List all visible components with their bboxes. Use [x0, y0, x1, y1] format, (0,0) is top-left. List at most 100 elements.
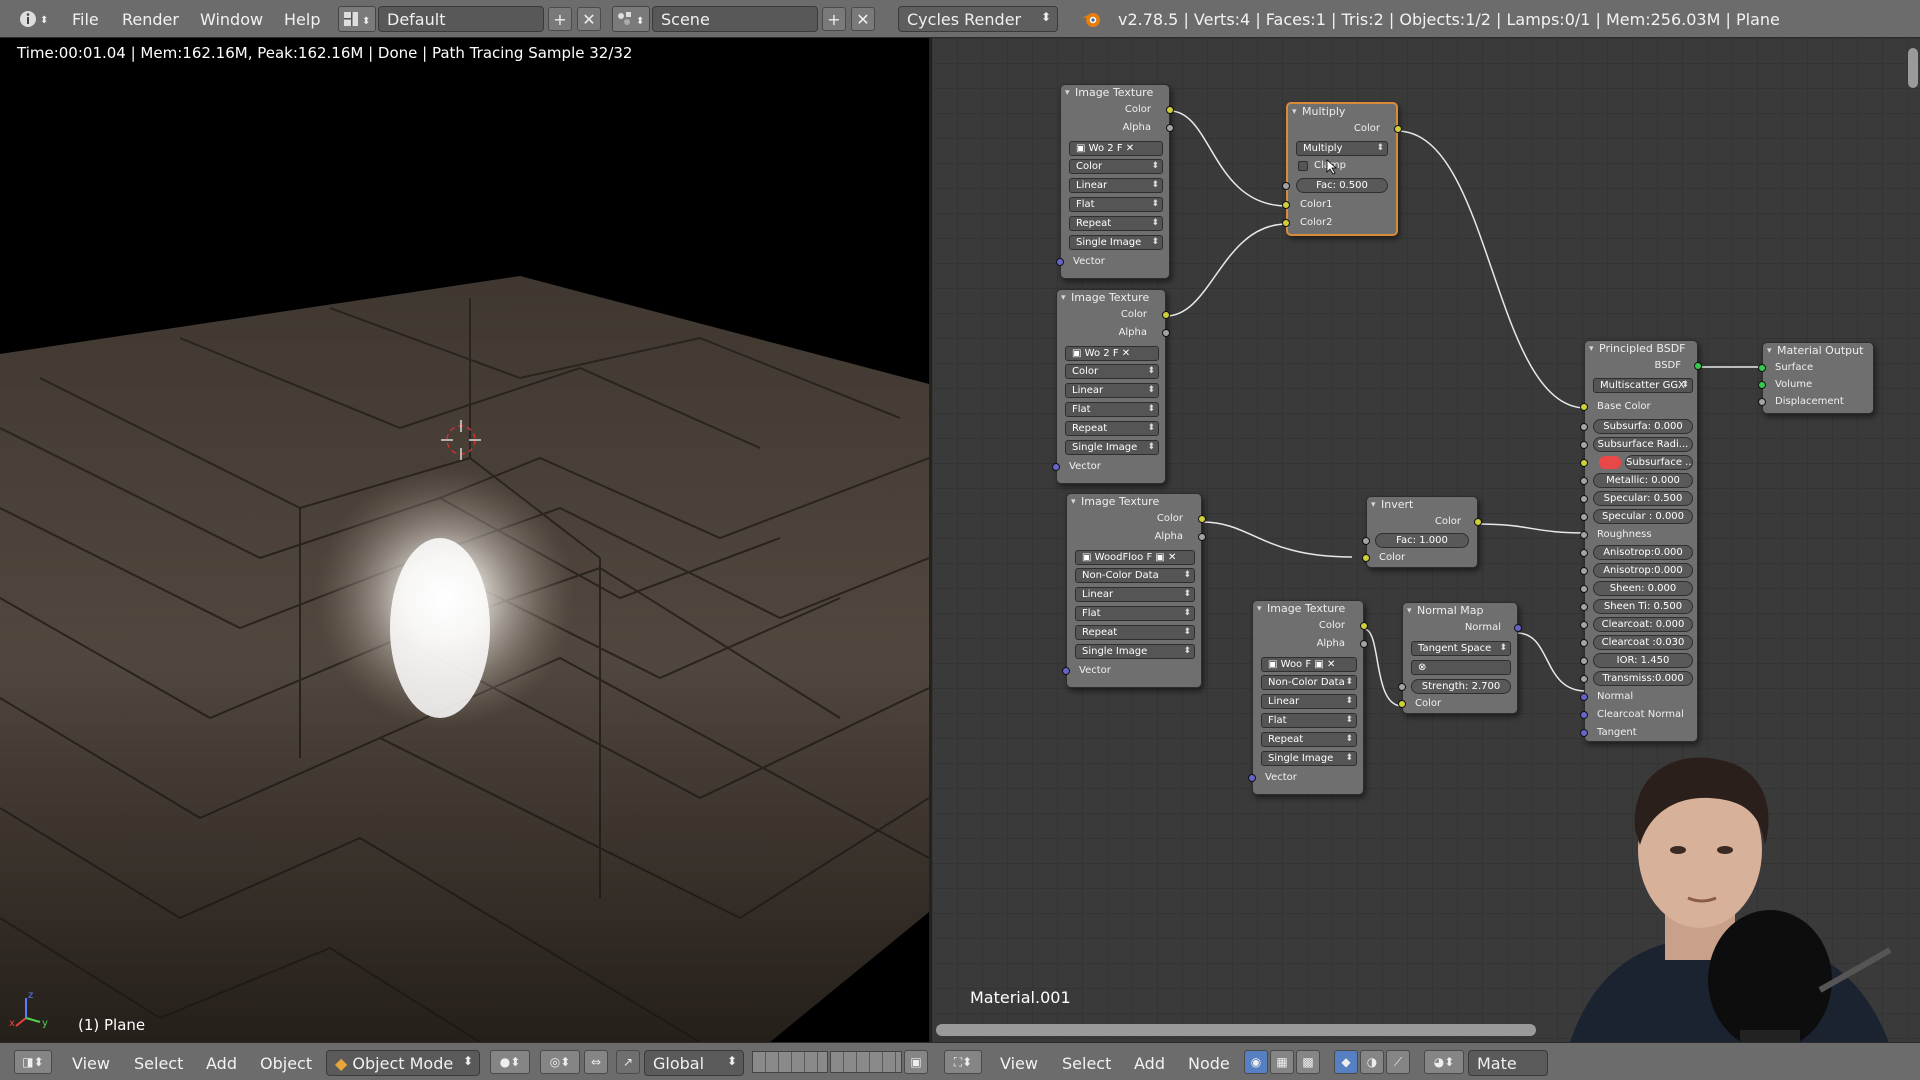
- world-shader-icon[interactable]: ◑: [1360, 1050, 1384, 1074]
- output-color-socket[interactable]: [1474, 518, 1482, 526]
- multiply-mix-node[interactable]: Multiply Color Multiply Clamp Fac: 0.500…: [1282, 102, 1402, 236]
- normal-map-node[interactable]: Normal Map Normal Tangent Space ⊗ Streng…: [1398, 602, 1522, 714]
- image-texture-node-4[interactable]: Image Texture Color Alpha ▣ Woo F ▣ ✕ No…: [1248, 600, 1368, 795]
- bsdf-input-socket[interactable]: [1580, 729, 1588, 737]
- principled-bsdf-node[interactable]: Principled BSDF BSDF Multiscatter GGX Ba…: [1580, 340, 1702, 742]
- add-scene-button[interactable]: +: [822, 7, 846, 31]
- blend-type-dropdown[interactable]: Multiply: [1296, 141, 1388, 156]
- input-vector-socket[interactable]: [1248, 774, 1256, 782]
- bsdf-input-socket[interactable]: [1580, 549, 1588, 557]
- bsdf-input-13[interactable]: IOR: 1.450: [1593, 653, 1693, 668]
- vertical-scrollbar[interactable]: [1908, 48, 1918, 88]
- input-displacement-socket[interactable]: [1758, 398, 1766, 406]
- menu-node[interactable]: Node: [1188, 1054, 1230, 1073]
- material-name-field[interactable]: Mate: [1468, 1050, 1548, 1076]
- image-selector[interactable]: ▣ Wo 2 F ✕: [1069, 141, 1163, 156]
- bsdf-input-socket[interactable]: [1580, 531, 1588, 539]
- menu-select[interactable]: Select: [134, 1054, 183, 1073]
- bsdf-input-socket[interactable]: [1580, 585, 1588, 593]
- lock-layers-icon[interactable]: ▣: [904, 1050, 928, 1074]
- extension-dropdown[interactable]: Repeat: [1065, 421, 1159, 436]
- material-browse-icon[interactable]: ◕⬍: [1424, 1050, 1464, 1074]
- menu-object[interactable]: Object: [260, 1054, 312, 1073]
- layer-buttons-2[interactable]: [830, 1051, 902, 1073]
- projection-dropdown[interactable]: Flat: [1261, 713, 1357, 728]
- menu-file[interactable]: File: [72, 10, 99, 29]
- remove-layout-button[interactable]: ✕: [577, 7, 601, 31]
- input-color-socket[interactable]: [1362, 554, 1370, 562]
- bsdf-input-socket[interactable]: [1580, 423, 1588, 431]
- pivot-point-icon[interactable]: ◎⬍: [540, 1050, 580, 1074]
- bsdf-input-socket[interactable]: [1580, 495, 1588, 503]
- shader-nodes-icon[interactable]: ◉: [1244, 1050, 1268, 1074]
- output-color-socket[interactable]: [1394, 125, 1402, 133]
- bsdf-input-7[interactable]: Anisotrop:0.000: [1593, 545, 1693, 560]
- projection-dropdown[interactable]: Flat: [1075, 606, 1195, 621]
- bsdf-input-socket[interactable]: [1580, 621, 1588, 629]
- projection-dropdown[interactable]: Flat: [1069, 197, 1163, 212]
- invert-node[interactable]: Invert Color Fac: 1.000 Color: [1362, 496, 1482, 568]
- source-dropdown[interactable]: Single Image: [1065, 440, 1159, 455]
- bsdf-input-2[interactable]: Subsurface ...: [1625, 455, 1693, 470]
- bsdf-input-socket[interactable]: [1580, 459, 1588, 467]
- bsdf-input-socket[interactable]: [1580, 567, 1588, 575]
- bsdf-input-socket[interactable]: [1580, 657, 1588, 665]
- bsdf-input-4[interactable]: Specular: 0.500: [1593, 491, 1693, 506]
- bsdf-input-10[interactable]: Sheen Ti: 0.500: [1593, 599, 1693, 614]
- bsdf-input-socket[interactable]: [1580, 603, 1588, 611]
- menu-render[interactable]: Render: [122, 10, 179, 29]
- menu-window[interactable]: Window: [200, 10, 263, 29]
- interpolation-dropdown[interactable]: Linear: [1075, 587, 1195, 602]
- menu-select-nodes[interactable]: Select: [1062, 1054, 1111, 1073]
- input-vector-socket[interactable]: [1056, 258, 1064, 266]
- extension-dropdown[interactable]: Repeat: [1261, 732, 1357, 747]
- color-space-dropdown[interactable]: Color: [1069, 159, 1163, 174]
- output-alpha-socket[interactable]: [1162, 329, 1170, 337]
- bsdf-input-socket[interactable]: [1580, 639, 1588, 647]
- input-volume-socket[interactable]: [1758, 381, 1766, 389]
- input-color2-socket[interactable]: [1282, 219, 1290, 227]
- output-normal-socket[interactable]: [1514, 624, 1522, 632]
- space-dropdown[interactable]: Tangent Space: [1411, 641, 1511, 656]
- render-engine-dropdown[interactable]: Cycles Render ⬍: [898, 6, 1058, 32]
- output-color-socket[interactable]: [1198, 515, 1206, 523]
- transform-orientation-dropdown[interactable]: Global ⬍: [644, 1050, 744, 1076]
- output-color-socket[interactable]: [1360, 622, 1368, 630]
- 3d-view-editor-icon[interactable]: ◨⬍: [14, 1050, 52, 1074]
- line-style-icon[interactable]: ⟋: [1386, 1050, 1410, 1074]
- bsdf-input-11[interactable]: Clearcoat: 0.000: [1593, 617, 1693, 632]
- bsdf-input-socket[interactable]: [1580, 441, 1588, 449]
- clamp-checkbox[interactable]: [1298, 161, 1308, 171]
- scene-icon[interactable]: ⬍: [612, 6, 650, 32]
- color-space-dropdown[interactable]: Non-Color Data: [1261, 675, 1357, 690]
- input-fac-socket[interactable]: [1282, 182, 1290, 190]
- source-dropdown[interactable]: Single Image: [1069, 235, 1163, 250]
- transform-gizmo-icon[interactable]: ↗: [616, 1050, 640, 1074]
- strength-slider[interactable]: Strength: 2.700: [1411, 679, 1511, 694]
- projection-dropdown[interactable]: Flat: [1065, 402, 1159, 417]
- bsdf-input-socket[interactable]: [1580, 513, 1588, 521]
- bsdf-input-12[interactable]: Clearcoat :0.030: [1593, 635, 1693, 650]
- fac-slider[interactable]: Fac: 0.500: [1296, 178, 1388, 193]
- menu-add[interactable]: Add: [206, 1054, 237, 1073]
- bsdf-input-3[interactable]: Metallic: 0.000: [1593, 473, 1693, 488]
- image-selector[interactable]: ▣ WoodFloo F ▣ ✕: [1075, 550, 1195, 565]
- source-dropdown[interactable]: Single Image: [1075, 644, 1195, 659]
- output-color-socket[interactable]: [1166, 106, 1174, 114]
- texture-nodes-icon[interactable]: ▩: [1296, 1050, 1320, 1074]
- input-surface-socket[interactable]: [1758, 364, 1766, 372]
- interpolation-dropdown[interactable]: Linear: [1069, 178, 1163, 193]
- scene-field[interactable]: Scene: [652, 6, 818, 32]
- bsdf-input-0[interactable]: Subsurfa: 0.000: [1593, 419, 1693, 434]
- menu-view[interactable]: View: [72, 1054, 110, 1073]
- fac-slider[interactable]: Fac: 1.000: [1375, 533, 1469, 548]
- bsdf-input-socket[interactable]: [1580, 711, 1588, 719]
- screen-layout-icon[interactable]: ⬍: [338, 6, 376, 32]
- output-alpha-socket[interactable]: [1360, 640, 1368, 648]
- horizontal-scrollbar[interactable]: [936, 1024, 1536, 1036]
- bsdf-input-socket[interactable]: [1580, 477, 1588, 485]
- image-texture-node-3[interactable]: Image Texture Color Alpha ▣ WoodFloo F ▣…: [1062, 493, 1206, 688]
- manipulator-icon[interactable]: ⇔: [584, 1050, 608, 1074]
- output-alpha-socket[interactable]: [1198, 533, 1206, 541]
- menu-view-nodes[interactable]: View: [1000, 1054, 1038, 1073]
